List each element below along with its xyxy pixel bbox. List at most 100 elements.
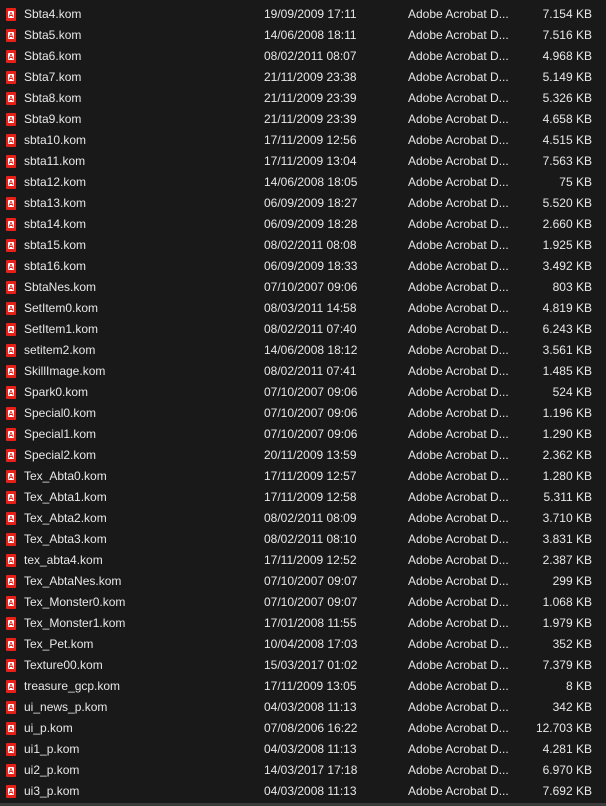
file-row[interactable]: Tex_Pet.kom 10/04/2008 17:03 Adobe Acrobat… [0, 634, 606, 655]
file-name: Tex_Abta3.kom [24, 532, 107, 546]
pdf-file-icon [6, 701, 16, 714]
file-date-modified: 08/02/2011 08:09 [264, 511, 357, 525]
file-row[interactable]: Sbta9.kom 21/11/2009 23:39 Adobe Acrobat D… [0, 109, 606, 130]
file-row[interactable]: SetItem0.kom 08/03/2011 14:58 Adobe Acroba… [0, 298, 606, 319]
file-row[interactable]: treasure_gcp.kom 17/11/2009 13:05 Adobe Ac… [0, 676, 606, 697]
pdf-file-icon [6, 491, 16, 504]
file-name: sbta16.kom [24, 259, 87, 273]
file-size: 7.563 KB [542, 154, 592, 168]
file-size: 5.326 KB [542, 91, 592, 105]
file-type: Adobe Acrobat D... [408, 28, 509, 42]
file-row[interactable]: SetItem1.kom 08/02/2011 07:40 Adobe Acroba… [0, 319, 606, 340]
file-row[interactable]: tex_abta4.kom 17/11/2009 12:52 Adobe Acrob… [0, 550, 606, 571]
file-size: 3.492 KB [542, 259, 592, 273]
file-row[interactable]: Special0.kom 07/10/2007 09:06 Adobe Acroba… [0, 403, 606, 424]
file-row[interactable]: SbtaNes.kom 07/10/2007 09:06 Adobe Acrobat… [0, 277, 606, 298]
file-name: Sbta6.kom [24, 49, 82, 63]
file-row[interactable]: ui3_p.kom 04/03/2008 11:13 Adobe Acrobat D… [0, 781, 606, 802]
file-size: 5.311 KB [543, 490, 592, 504]
file-name: sbta13.kom [24, 196, 87, 210]
file-date-modified: 17/01/2008 11:55 [264, 616, 357, 630]
pdf-file-icon [6, 722, 16, 735]
file-date-modified: 14/06/2008 18:12 [264, 343, 358, 357]
file-name: Special2.kom [24, 448, 97, 462]
file-size: 3.710 KB [542, 511, 592, 525]
pdf-file-icon [6, 71, 16, 84]
file-row[interactable]: Tex_Monster0.kom 07/10/2007 09:07 Adobe Ac… [0, 592, 606, 613]
file-row[interactable]: Sbta8.kom 21/11/2009 23:39 Adobe Acrobat D… [0, 88, 606, 109]
file-size: 1.485 KB [542, 364, 592, 378]
file-row[interactable]: SkillImage.kom 08/02/2011 07:41 Adobe Acro… [0, 361, 606, 382]
file-type: Adobe Acrobat D... [408, 616, 509, 630]
file-row[interactable]: ui_p.kom 07/08/2006 16:22 Adobe Acrobat D.… [0, 718, 606, 739]
file-row[interactable]: setitem2.kom 14/06/2008 18:12 Adobe Acroba… [0, 340, 606, 361]
file-type: Adobe Acrobat D... [408, 364, 509, 378]
file-name: ui2_p.kom [24, 763, 80, 777]
file-row[interactable]: Special1.kom 07/10/2007 09:06 Adobe Acroba… [0, 424, 606, 445]
file-date-modified: 17/11/2009 12:57 [264, 469, 357, 483]
file-date-modified: 10/04/2008 17:03 [264, 637, 358, 651]
file-name: Tex_AbtaNes.kom [24, 574, 122, 588]
file-date-modified: 17/11/2009 13:05 [264, 679, 357, 693]
file-row[interactable]: Sbta5.kom 14/06/2008 18:11 Adobe Acrobat D… [0, 25, 606, 46]
file-row[interactable]: Sbta4.kom 19/09/2009 17:11 Adobe Acrobat D… [0, 4, 606, 25]
file-size: 5.520 KB [542, 196, 592, 210]
file-size: 6.970 KB [542, 763, 592, 777]
file-row[interactable]: Tex_Abta1.kom 17/11/2009 12:58 Adobe Acrob… [0, 487, 606, 508]
file-size: 352 KB [552, 637, 592, 651]
file-type: Adobe Acrobat D... [408, 511, 509, 525]
file-size: 5.149 KB [542, 70, 592, 84]
file-row[interactable]: ui_news_p.kom 04/03/2008 11:13 Adobe Acrob… [0, 697, 606, 718]
file-row[interactable]: Tex_Monster1.kom 17/01/2008 11:55 Adobe Ac… [0, 613, 606, 634]
file-row[interactable]: sbta15.kom 08/02/2011 08:08 Adobe Acrobat … [0, 235, 606, 256]
file-size: 4.968 KB [542, 49, 592, 63]
file-row[interactable]: sbta11.kom 17/11/2009 13:04 Adobe Acrobat … [0, 151, 606, 172]
pdf-file-icon [6, 281, 16, 294]
file-date-modified: 07/10/2007 09:06 [264, 280, 358, 294]
file-name: Sbta7.kom [24, 70, 82, 84]
file-size: 7.154 KB [542, 7, 592, 21]
pdf-file-icon [6, 764, 16, 777]
file-type: Adobe Acrobat D... [408, 70, 509, 84]
file-row[interactable]: Tex_Abta3.kom 08/02/2011 08:10 Adobe Acrob… [0, 529, 606, 550]
file-size: 1.925 KB [542, 238, 592, 252]
file-row[interactable]: Sbta6.kom 08/02/2011 08:07 Adobe Acrobat D… [0, 46, 606, 67]
file-row[interactable]: Spark0.kom 07/10/2007 09:06 Adobe Acrobat … [0, 382, 606, 403]
file-type: Adobe Acrobat D... [408, 280, 509, 294]
pdf-file-icon [6, 470, 16, 483]
file-type: Adobe Acrobat D... [408, 427, 509, 441]
pdf-file-icon [6, 323, 16, 336]
file-date-modified: 06/09/2009 18:33 [264, 259, 358, 273]
file-row[interactable]: Sbta7.kom 21/11/2009 23:38 Adobe Acrobat D… [0, 67, 606, 88]
file-type: Adobe Acrobat D... [408, 406, 509, 420]
file-size: 3.561 KB [542, 343, 592, 357]
pdf-file-icon [6, 260, 16, 273]
file-row[interactable]: ui2_p.kom 14/03/2017 17:18 Adobe Acrobat D… [0, 760, 606, 781]
file-row[interactable]: Tex_AbtaNes.kom 07/10/2007 09:07 Adobe Acr… [0, 571, 606, 592]
file-row[interactable]: Tex_Abta0.kom 17/11/2009 12:57 Adobe Acrob… [0, 466, 606, 487]
file-size: 2.362 KB [542, 448, 592, 462]
file-row[interactable]: ui1_p.kom 04/03/2008 11:13 Adobe Acrobat D… [0, 739, 606, 760]
file-size: 7.516 KB [542, 28, 592, 42]
file-name: Sbta8.kom [24, 91, 82, 105]
file-row[interactable]: Tex_Abta2.kom 08/02/2011 08:09 Adobe Acrob… [0, 508, 606, 529]
pdf-file-icon [6, 512, 16, 525]
file-row[interactable]: Special2.kom 20/11/2009 13:59 Adobe Acroba… [0, 445, 606, 466]
pdf-file-icon [6, 218, 16, 231]
file-date-modified: 21/11/2009 23:38 [264, 70, 357, 84]
file-type: Adobe Acrobat D... [408, 133, 509, 147]
file-row[interactable]: sbta12.kom 14/06/2008 18:05 Adobe Acrobat … [0, 172, 606, 193]
file-type: Adobe Acrobat D... [408, 595, 509, 609]
file-date-modified: 21/11/2009 23:39 [264, 112, 357, 126]
file-row[interactable]: sbta10.kom 17/11/2009 12:56 Adobe Acrobat … [0, 130, 606, 151]
file-row[interactable]: sbta13.kom 06/09/2009 18:27 Adobe Acrobat … [0, 193, 606, 214]
file-name: Sbta9.kom [24, 112, 82, 126]
file-date-modified: 19/09/2009 17:11 [264, 7, 357, 21]
file-row[interactable]: sbta16.kom 06/09/2009 18:33 Adobe Acrobat … [0, 256, 606, 277]
file-date-modified: 08/02/2011 08:10 [264, 532, 357, 546]
file-date-modified: 14/06/2008 18:11 [264, 28, 357, 42]
file-row[interactable]: sbta14.kom 06/09/2009 18:28 Adobe Acrobat … [0, 214, 606, 235]
file-size: 2.660 KB [542, 217, 592, 231]
file-name: Tex_Abta0.kom [24, 469, 107, 483]
file-row[interactable]: Texture00.kom 15/03/2017 01:02 Adobe Acrob… [0, 655, 606, 676]
